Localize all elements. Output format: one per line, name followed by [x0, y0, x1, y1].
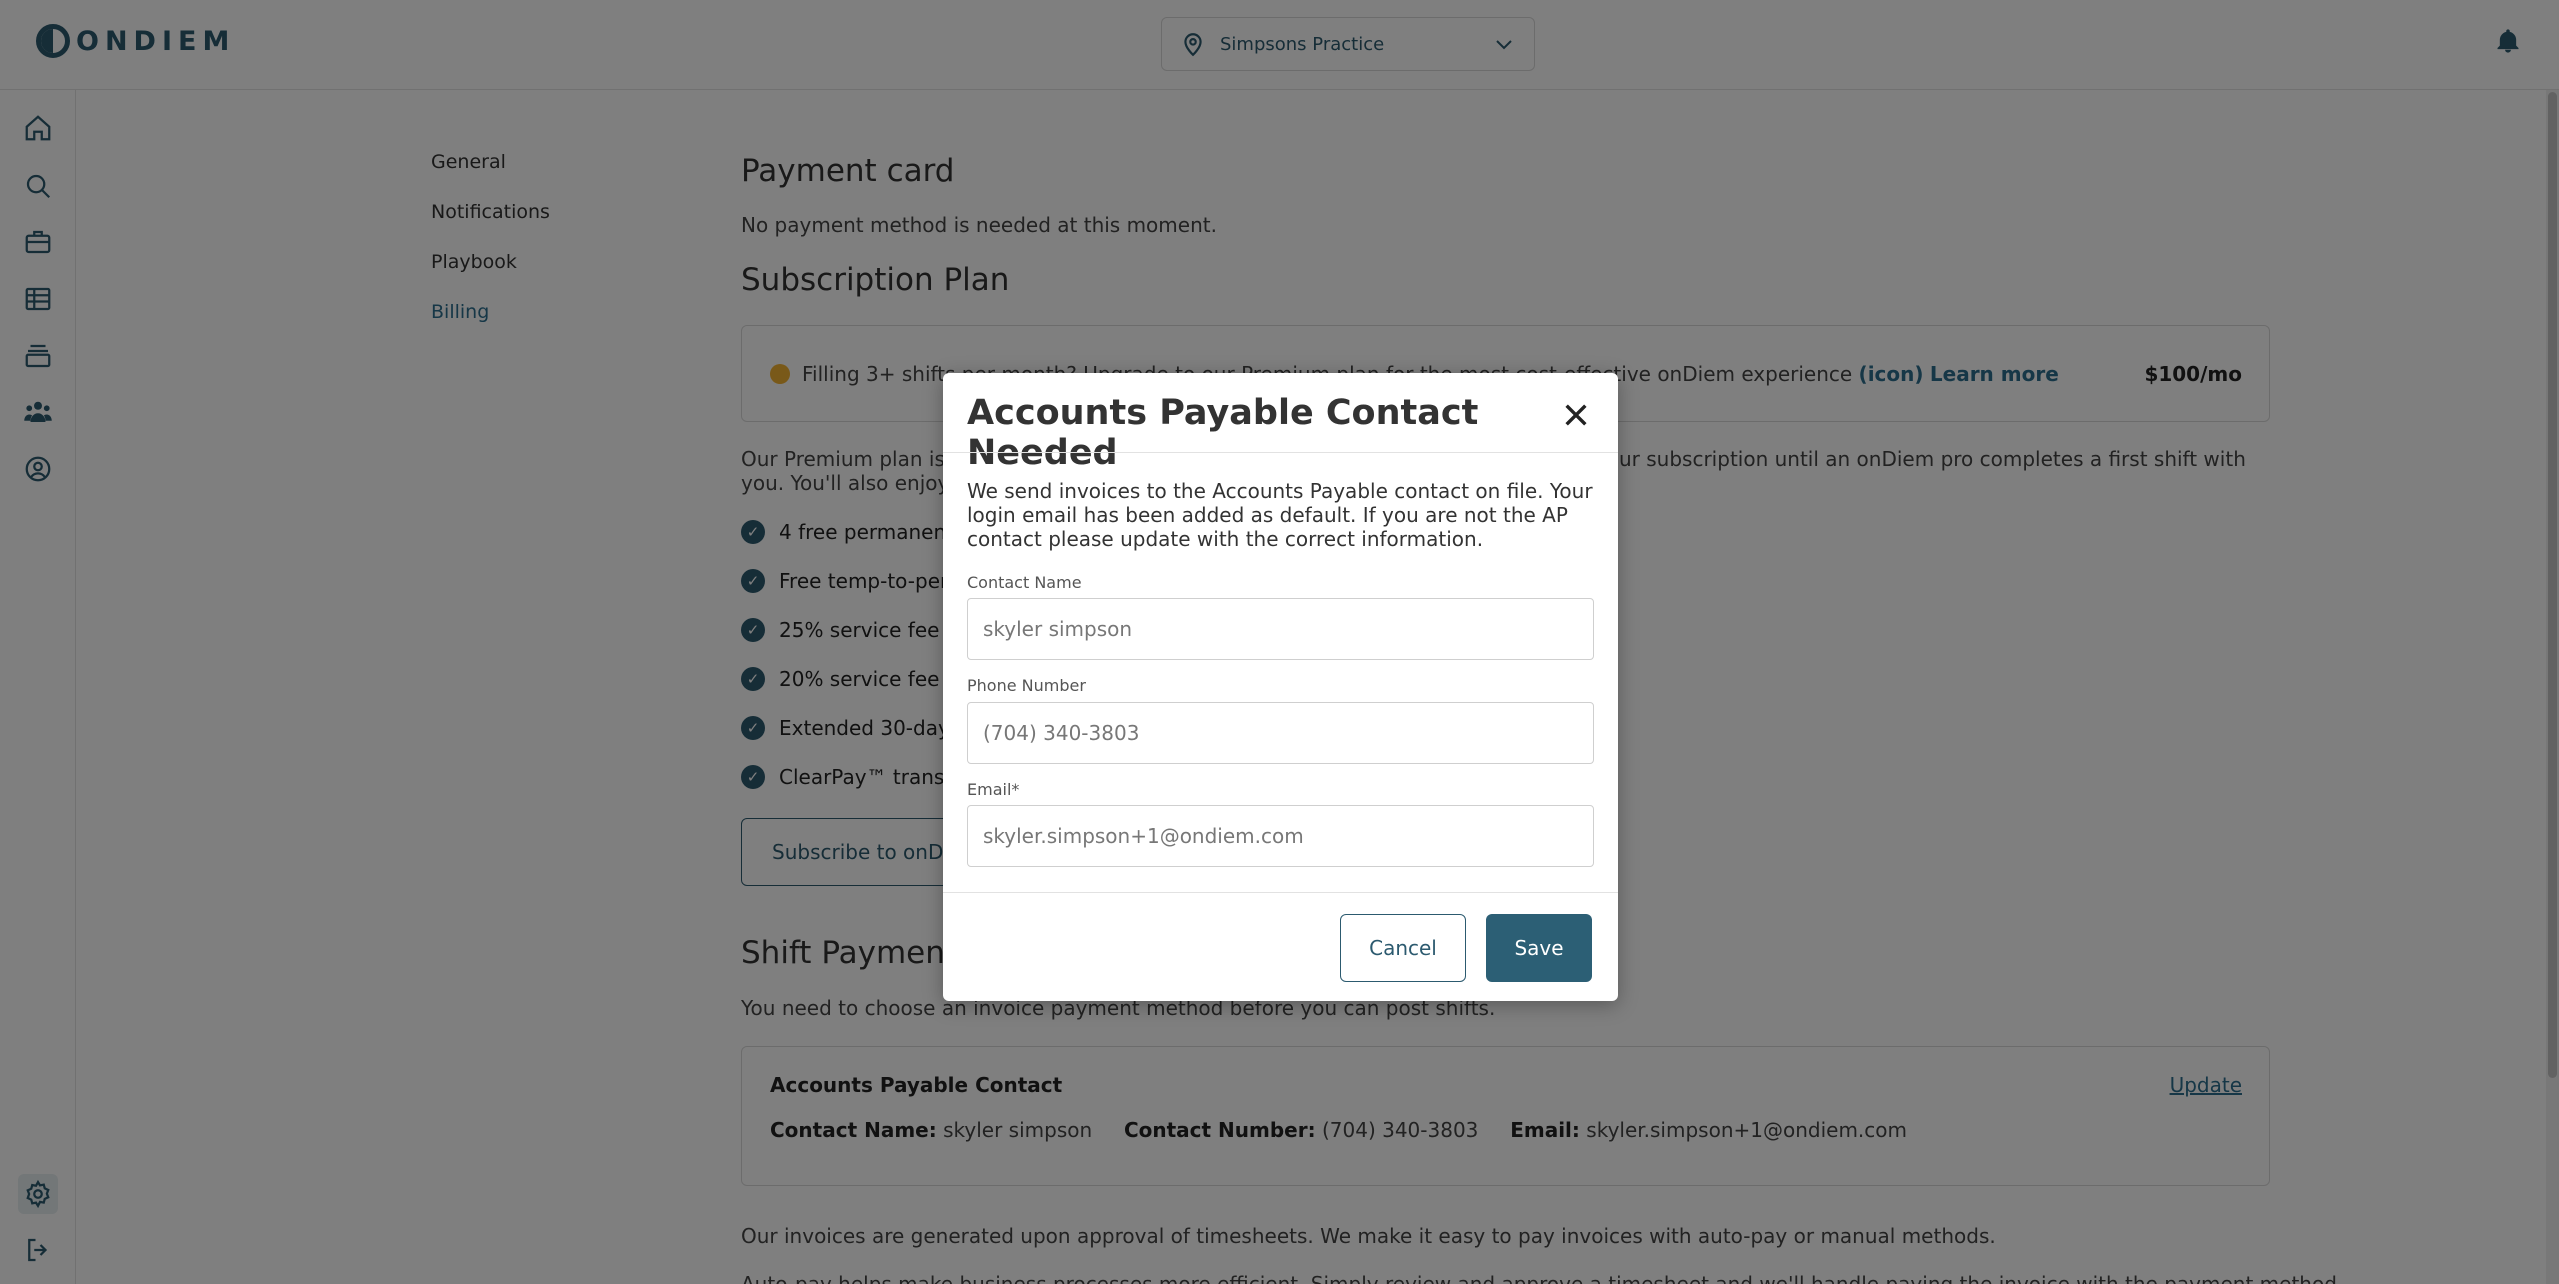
- ap-contact-modal: Accounts Payable Contact Needed We send …: [943, 373, 1618, 1001]
- save-button[interactable]: Save: [1486, 914, 1592, 982]
- email-input[interactable]: [967, 805, 1594, 867]
- contact-name-field-label: Contact Name: [967, 573, 1082, 592]
- close-icon: [1565, 404, 1587, 426]
- phone-number-input[interactable]: [967, 702, 1594, 764]
- contact-name-input[interactable]: [967, 598, 1594, 660]
- modal-divider: [943, 452, 1618, 453]
- close-button[interactable]: [1560, 399, 1592, 431]
- phone-number-field-label: Phone Number: [967, 676, 1086, 695]
- modal-footer-divider: [943, 892, 1618, 893]
- cancel-button[interactable]: Cancel: [1340, 914, 1466, 982]
- modal-title: Accounts Payable Contact Needed: [967, 393, 1479, 473]
- email-field-label: Email*: [967, 780, 1020, 799]
- modal-description: We send invoices to the Accounts Payable…: [967, 479, 1593, 551]
